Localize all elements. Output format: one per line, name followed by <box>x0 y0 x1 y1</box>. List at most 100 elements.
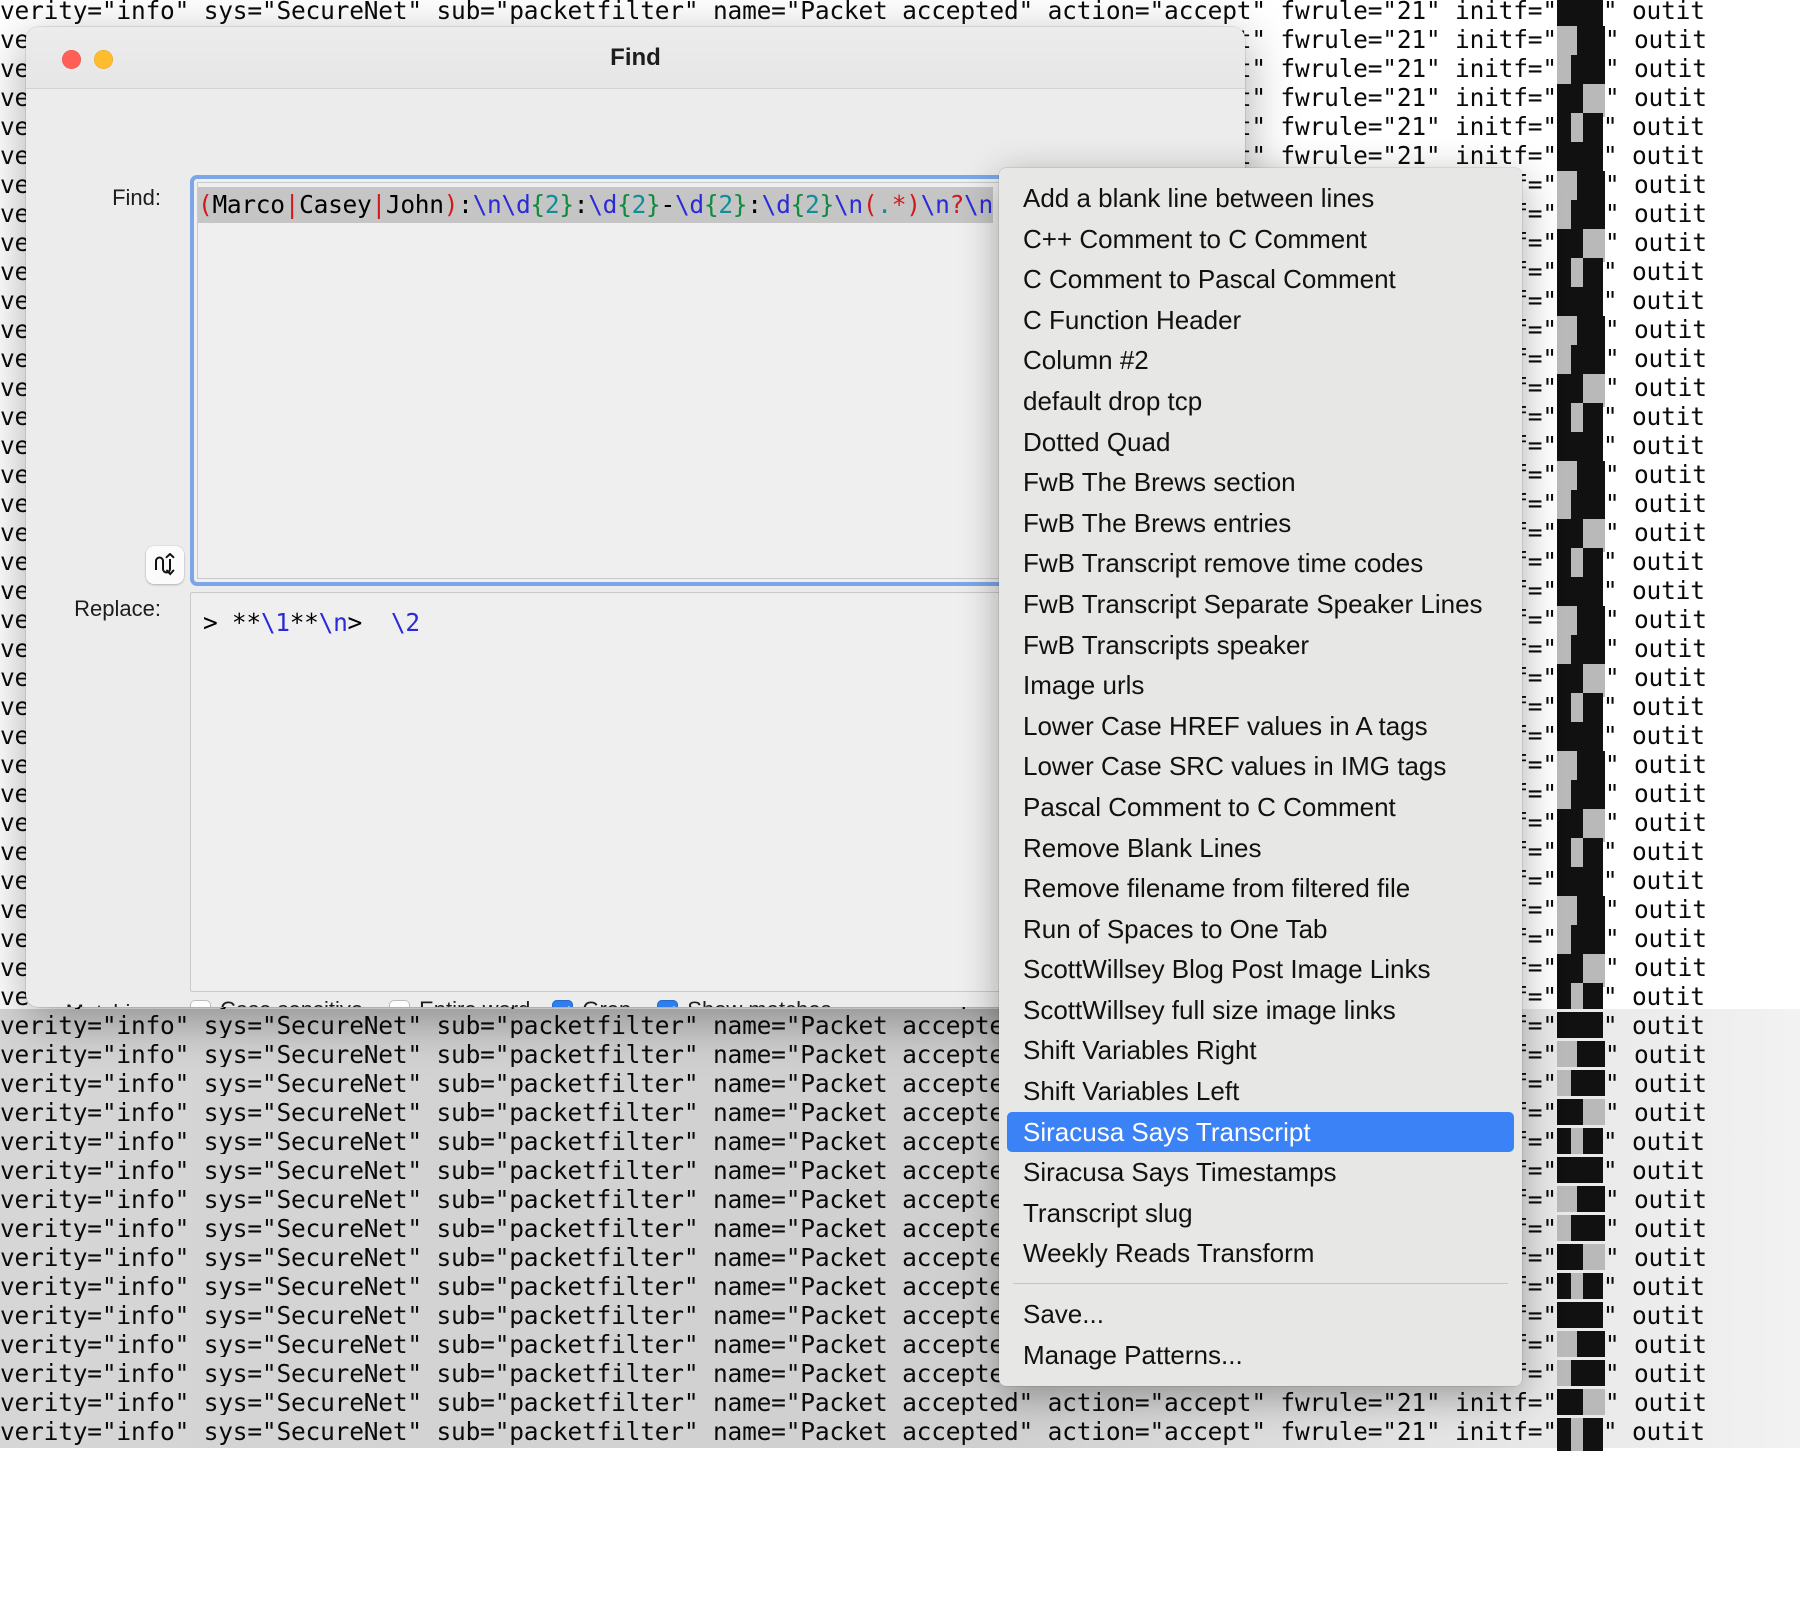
pattern-token: \d <box>502 190 531 219</box>
checkbox-label: Show matches <box>687 997 831 1007</box>
pattern-token: \d <box>675 190 704 219</box>
menu-item-c-comment-to-c-comment[interactable]: C++ Comment to C Comment <box>999 219 1522 260</box>
find-pattern-text: (Marco|Casey|John):\n\d{2}:\d{2}-\d{2}:\… <box>198 187 993 223</box>
pattern-token: \n <box>964 190 993 219</box>
find-field-label: Find: <box>56 185 161 211</box>
pattern-token: - <box>661 190 675 219</box>
menu-item-shift-variables-right[interactable]: Shift Variables Right <box>999 1030 1522 1071</box>
find-input-inner[interactable]: (Marco|Casey|John):\n\d{2}:\d{2}-\d{2}:\… <box>197 182 1011 579</box>
menu-item-weekly-reads-transform[interactable]: Weekly Reads Transform <box>999 1233 1522 1274</box>
menu-item-shift-variables-left[interactable]: Shift Variables Left <box>999 1071 1522 1112</box>
menu-item-pascal-comment-to-c-comment[interactable]: Pascal Comment to C Comment <box>999 787 1522 828</box>
pattern-token: | <box>371 190 385 219</box>
menu-item-manage-patterns[interactable]: Manage Patterns... <box>999 1335 1522 1376</box>
checkbox-label: Grep <box>582 997 631 1007</box>
matching-options-row: Case sensitive Entire word Grep Show matche… <box>190 997 832 1007</box>
pattern-token: \n <box>921 190 950 219</box>
pattern-token: 2 <box>545 190 559 219</box>
menu-item-siracusa-says-transcript[interactable]: Siracusa Says Transcript <box>1007 1112 1514 1153</box>
grep-patterns-menu[interactable]: Add a blank line between linesC++ Commen… <box>999 168 1522 1386</box>
menu-item-fwb-transcripts-speaker[interactable]: FwB Transcripts speaker <box>999 625 1522 666</box>
pattern-token: : <box>574 190 588 219</box>
pattern-token: ? <box>950 190 964 219</box>
pattern-token: ( <box>198 190 212 219</box>
pattern-token: { <box>791 190 805 219</box>
pattern-token: > <box>348 608 377 637</box>
checkbox-checked-icon[interactable] <box>552 1000 573 1008</box>
menu-item-fwb-transcript-separate-speaker-lines[interactable]: FwB Transcript Separate Speaker Lines <box>999 584 1522 625</box>
checkbox-show-matches[interactable]: Show matches <box>657 997 831 1007</box>
checkbox-label: Case sensitive <box>220 997 363 1007</box>
checkbox-grep[interactable]: Grep <box>552 997 631 1007</box>
pattern-token: \1 <box>261 608 290 637</box>
pattern-token: : <box>458 190 472 219</box>
checkbox-entire-word[interactable]: Entire word <box>389 997 530 1007</box>
replace-input[interactable]: > **\1**\n> \2 <box>190 592 1018 992</box>
pattern-token: } <box>733 190 747 219</box>
pattern-token: { <box>617 190 631 219</box>
pattern-token: } <box>819 190 833 219</box>
pattern-token: \n <box>473 190 502 219</box>
pattern-token: { <box>530 190 544 219</box>
menu-separator <box>1013 1283 1508 1284</box>
menu-item-add-a-blank-line-between-lines[interactable]: Add a blank line between lines <box>999 178 1522 219</box>
pattern-token: John <box>386 190 444 219</box>
menu-item-remove-blank-lines[interactable]: Remove Blank Lines <box>999 828 1522 869</box>
pattern-token: } <box>646 190 660 219</box>
pattern-token: ** <box>290 608 319 637</box>
menu-item-scottwillsey-blog-post-image-links[interactable]: ScottWillsey Blog Post Image Links <box>999 949 1522 990</box>
checkbox-label: Entire word <box>419 997 530 1007</box>
pattern-token: } <box>559 190 573 219</box>
checkbox-unchecked-icon[interactable] <box>389 1000 410 1008</box>
pattern-token: \2 <box>391 608 420 637</box>
pattern-token: \d <box>762 190 791 219</box>
pattern-token: 2 <box>805 190 819 219</box>
find-input[interactable]: (Marco|Casey|John):\n\d{2}:\d{2}-\d{2}:\… <box>190 175 1018 586</box>
menu-item-c-function-header[interactable]: C Function Header <box>999 300 1522 341</box>
menu-item-save[interactable]: Save... <box>999 1294 1522 1335</box>
pattern-token: 2 <box>632 190 646 219</box>
pattern-token: ) <box>906 190 920 219</box>
pattern-token: \n <box>319 608 348 637</box>
menu-item-lower-case-src-values-in-img-tags[interactable]: Lower Case SRC values in IMG tags <box>999 746 1522 787</box>
replace-pattern-text: > **\1**\n> \2 <box>191 593 1017 640</box>
menu-item-siracusa-says-timestamps[interactable]: Siracusa Says Timestamps <box>999 1152 1522 1193</box>
checkbox-unchecked-icon[interactable] <box>190 1000 211 1008</box>
pattern-token: ) <box>444 190 458 219</box>
pattern-token: | <box>285 190 299 219</box>
pattern-token: > <box>203 608 232 637</box>
swap-icon <box>152 553 178 577</box>
pattern-token: ** <box>232 608 261 637</box>
menu-item-default-drop-tcp[interactable]: default drop tcp <box>999 381 1522 422</box>
pattern-token: Marco <box>212 190 284 219</box>
menu-item-fwb-the-brews-entries[interactable]: FwB The Brews entries <box>999 503 1522 544</box>
pattern-token: 2 <box>718 190 732 219</box>
menu-item-column-2[interactable]: Column #2 <box>999 340 1522 381</box>
log-line: verity="info" sys="SecureNet" sub="packe… <box>0 1415 1800 1448</box>
checkbox-checked-icon[interactable] <box>657 1000 678 1008</box>
menu-item-remove-filename-from-filtered-file[interactable]: Remove filename from filtered file <box>999 868 1522 909</box>
window-titlebar[interactable]: Find <box>26 27 1245 89</box>
window-title: Find <box>26 44 1245 72</box>
swap-fields-button[interactable] <box>146 546 184 584</box>
checkbox-case-sensitive[interactable]: Case sensitive <box>190 997 363 1007</box>
pattern-token: : <box>747 190 761 219</box>
menu-item-run-of-spaces-to-one-tab[interactable]: Run of Spaces to One Tab <box>999 909 1522 950</box>
menu-item-fwb-transcript-remove-time-codes[interactable]: FwB Transcript remove time codes <box>999 543 1522 584</box>
pattern-token: \n <box>834 190 863 219</box>
replace-field-label: Replace: <box>56 596 161 622</box>
matching-label: Matching: <box>56 1000 161 1007</box>
pattern-token <box>376 608 390 637</box>
pattern-token: Casey <box>299 190 371 219</box>
menu-item-c-comment-to-pascal-comment[interactable]: C Comment to Pascal Comment <box>999 259 1522 300</box>
pattern-token: \d <box>588 190 617 219</box>
menu-item-scottwillsey-full-size-image-links[interactable]: ScottWillsey full size image links <box>999 990 1522 1031</box>
menu-item-transcript-slug[interactable]: Transcript slug <box>999 1193 1522 1234</box>
pattern-token: * <box>892 190 906 219</box>
menu-item-lower-case-href-values-in-a-tags[interactable]: Lower Case HREF values in A tags <box>999 706 1522 747</box>
pattern-token: { <box>704 190 718 219</box>
menu-item-dotted-quad[interactable]: Dotted Quad <box>999 422 1522 463</box>
menu-item-fwb-the-brews-section[interactable]: FwB The Brews section <box>999 462 1522 503</box>
menu-item-image-urls[interactable]: Image urls <box>999 665 1522 706</box>
pattern-token: ( <box>863 190 877 219</box>
